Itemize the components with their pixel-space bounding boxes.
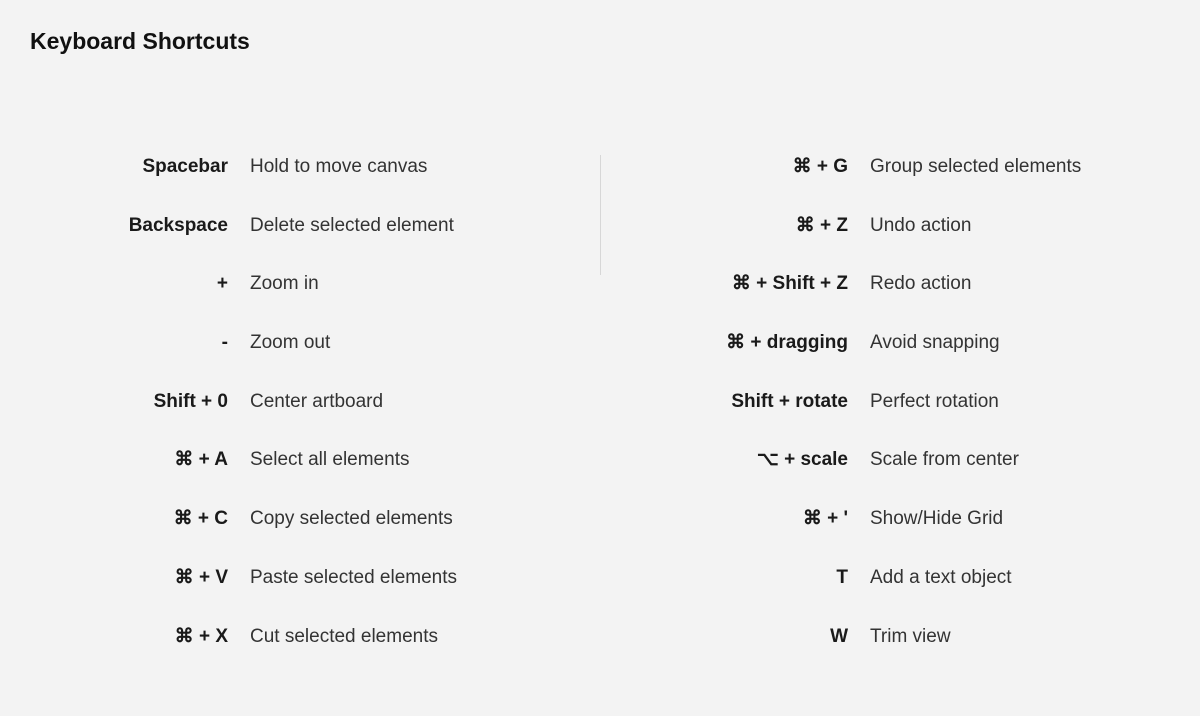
shortcut-desc: Select all elements <box>250 448 580 473</box>
shortcut-row: ⌘ + Z Undo action <box>620 214 1170 239</box>
shortcut-desc: Undo action <box>870 214 1170 239</box>
shortcut-row: ⌘ + V Paste selected elements <box>30 566 580 591</box>
shortcut-row: ⌥ + scale Scale from center <box>620 448 1170 473</box>
shortcut-row: ⌘ + X Cut selected elements <box>30 625 580 650</box>
shortcut-key: ⌘ + V <box>30 566 250 591</box>
page-title: Keyboard Shortcuts <box>30 28 1170 55</box>
shortcut-row: Shift + 0 Center artboard <box>30 390 580 415</box>
shortcut-key: Backspace <box>30 214 250 239</box>
shortcut-row: ⌘ + A Select all elements <box>30 448 580 473</box>
shortcut-key: + <box>30 272 250 297</box>
shortcut-key: ⌘ + ' <box>620 507 870 532</box>
shortcut-desc: Group selected elements <box>870 155 1170 180</box>
shortcut-row: Shift + rotate Perfect rotation <box>620 390 1170 415</box>
shortcut-key: ⌘ + Z <box>620 214 870 239</box>
shortcut-desc: Copy selected elements <box>250 507 580 532</box>
shortcut-desc: Cut selected elements <box>250 625 580 650</box>
shortcut-desc: Add a text object <box>870 566 1170 591</box>
shortcut-desc: Paste selected elements <box>250 566 580 591</box>
shortcut-desc: Redo action <box>870 272 1170 297</box>
shortcut-row: - Zoom out <box>30 331 580 356</box>
shortcut-desc: Perfect rotation <box>870 390 1170 415</box>
shortcut-desc: Zoom in <box>250 272 580 297</box>
shortcut-key: - <box>30 331 250 356</box>
shortcut-desc: Center artboard <box>250 390 580 415</box>
column-divider <box>600 155 601 275</box>
shortcut-row: ⌘ + C Copy selected elements <box>30 507 580 532</box>
shortcut-columns: Spacebar Hold to move canvas Backspace D… <box>30 155 1170 683</box>
shortcut-key: ⌘ + Shift + Z <box>620 272 870 297</box>
shortcut-row: Spacebar Hold to move canvas <box>30 155 580 180</box>
shortcut-row: Backspace Delete selected element <box>30 214 580 239</box>
shortcut-row: W Trim view <box>620 625 1170 650</box>
shortcut-column-left: Spacebar Hold to move canvas Backspace D… <box>30 155 600 683</box>
shortcut-key: Shift + 0 <box>30 390 250 415</box>
shortcut-row: ⌘ + G Group selected elements <box>620 155 1170 180</box>
shortcut-row: ⌘ + ' Show/Hide Grid <box>620 507 1170 532</box>
shortcut-desc: Trim view <box>870 625 1170 650</box>
shortcut-key: ⌘ + A <box>30 448 250 473</box>
shortcut-row: + Zoom in <box>30 272 580 297</box>
shortcut-key: Shift + rotate <box>620 390 870 415</box>
shortcut-key: ⌘ + X <box>30 625 250 650</box>
shortcut-row: ⌘ + dragging Avoid snapping <box>620 331 1170 356</box>
shortcut-key: ⌘ + G <box>620 155 870 180</box>
shortcut-desc: Hold to move canvas <box>250 155 580 180</box>
shortcut-desc: Scale from center <box>870 448 1170 473</box>
shortcut-column-right: ⌘ + G Group selected elements ⌘ + Z Undo… <box>600 155 1170 683</box>
shortcut-row: ⌘ + Shift + Z Redo action <box>620 272 1170 297</box>
shortcut-key: ⌥ + scale <box>620 448 870 473</box>
shortcut-row: T Add a text object <box>620 566 1170 591</box>
shortcut-desc: Avoid snapping <box>870 331 1170 356</box>
shortcut-desc: Delete selected element <box>250 214 580 239</box>
shortcut-key: Spacebar <box>30 155 250 180</box>
shortcut-key: ⌘ + C <box>30 507 250 532</box>
shortcut-key: ⌘ + dragging <box>620 331 870 356</box>
shortcut-desc: Show/Hide Grid <box>870 507 1170 532</box>
shortcut-key: T <box>620 566 870 591</box>
shortcut-desc: Zoom out <box>250 331 580 356</box>
shortcut-key: W <box>620 625 870 650</box>
